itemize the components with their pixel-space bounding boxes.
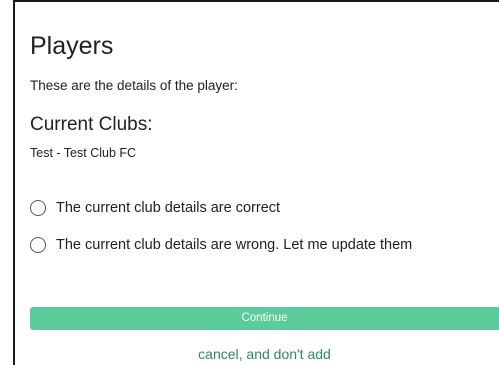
radio-button-unchecked[interactable] [30,237,46,253]
current-clubs-heading: Current Clubs: [30,114,153,135]
option-label: The current club details are correct [56,200,281,216]
intro-text: These are the details of the player: [30,78,238,93]
cancel-link[interactable]: cancel, and don't add [0,345,499,363]
page-title: Players [30,32,114,60]
option-label: The current club details are wrong. Let … [56,237,413,253]
club-entry: Test - Test Club FC [30,146,137,160]
option-details-correct[interactable]: The current club details are correct [30,198,280,218]
option-details-wrong[interactable]: The current club details are wrong. Let … [30,235,412,255]
radio-button-unchecked[interactable] [30,200,46,216]
continue-button[interactable]: Continue [30,307,499,330]
